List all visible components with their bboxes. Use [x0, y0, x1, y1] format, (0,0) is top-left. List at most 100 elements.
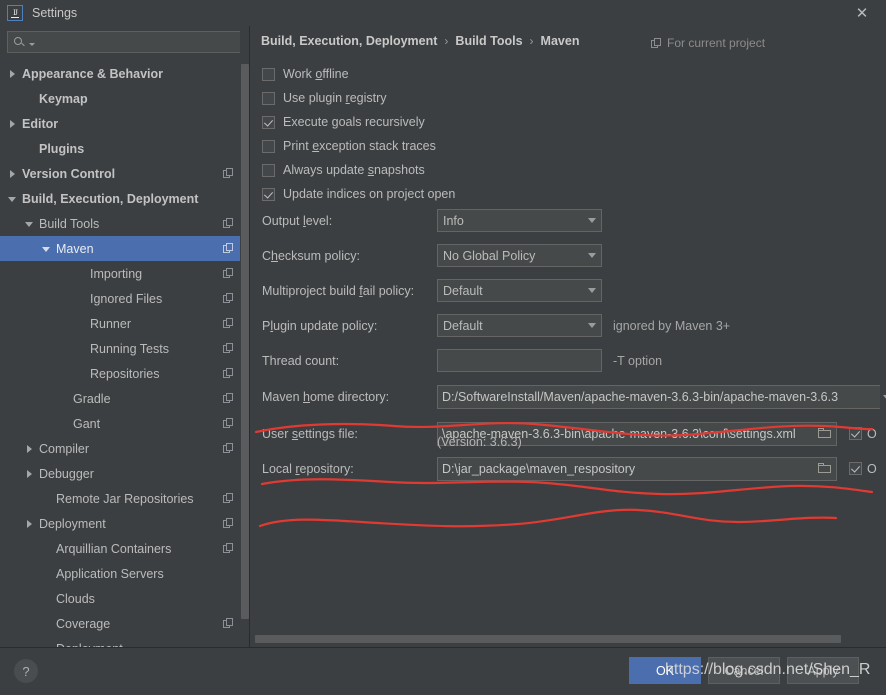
sidebar-item-label: Remote Jar Repositories [56, 491, 194, 506]
local-repository-override-checkbox[interactable]: O [849, 462, 877, 476]
chevron-down-icon[interactable] [8, 194, 18, 204]
project-scope-icon [651, 37, 662, 49]
breadcrumb-item-maven[interactable]: Maven [541, 34, 580, 48]
project-scope-icon [223, 318, 234, 329]
sidebar-item-running-tests[interactable]: Running Tests [0, 336, 250, 361]
sidebar-item-ignored-files[interactable]: Ignored Files [0, 286, 250, 311]
project-scope-icon [223, 393, 234, 404]
local-repository-input[interactable]: D:\jar_package\maven_respository [437, 456, 837, 481]
sidebar-item-debugger[interactable]: Debugger [0, 461, 250, 486]
multiproject-fail-policy-value: Default [443, 283, 483, 298]
sidebar-item-importing[interactable]: Importing [0, 261, 250, 286]
sidebar-scrollbar-thumb[interactable] [241, 64, 249, 619]
maven-home-dropdown[interactable]: D:/SoftwareInstall/Maven/apache-maven-3.… [437, 385, 886, 409]
project-scope-icon [223, 543, 234, 554]
breadcrumb-item-build-tools[interactable]: Build Tools [455, 34, 522, 48]
thread-count-input[interactable] [437, 349, 602, 372]
maven-home-dropdown-arrow[interactable] [880, 385, 886, 409]
sidebar-item-repositories[interactable]: Repositories [0, 361, 250, 386]
sidebar-item-deployment[interactable]: Deployment [0, 511, 250, 536]
watermark-text: https://blog.csdn.net/Shen_R [665, 661, 871, 678]
user-settings-override-label: O [867, 426, 877, 441]
settings-tree: Appearance & Behavior Keymap Editor Plugins… [0, 61, 250, 648]
sidebar-item-arquillian-containers[interactable]: Arquillian Containers [0, 536, 250, 561]
checksum-policy-dropdown[interactable]: No Global Policy [437, 244, 602, 267]
maven-version-note: (Version: 3.6.3) [437, 435, 522, 449]
sidebar-item-appearance-behavior[interactable]: Appearance & Behavior [0, 61, 250, 86]
project-scope-icon [223, 368, 234, 379]
checkbox-execute-goals-recursively[interactable]: Execute goals recursively [262, 110, 455, 134]
user-settings-override-checkbox[interactable]: O [849, 427, 877, 441]
sidebar-item-build-tools[interactable]: Build Tools [0, 211, 250, 236]
chevron-right-icon[interactable] [25, 444, 35, 454]
breadcrumb-item-build[interactable]: Build, Execution, Deployment [261, 34, 437, 48]
chevron-down-icon[interactable] [25, 219, 35, 229]
checkbox-box [262, 67, 275, 81]
sidebar-item-label: Repositories [90, 366, 160, 381]
sidebar-item-editor[interactable]: Editor [0, 111, 250, 136]
checkbox-work-offline[interactable]: Work offline [262, 62, 455, 86]
sidebar-item-keymap[interactable]: Keymap [0, 86, 250, 111]
sidebar-item-compiler[interactable]: Compiler [0, 436, 250, 461]
local-repository-override-label: O [867, 461, 877, 476]
checkbox-box [262, 163, 275, 177]
search-input[interactable] [35, 35, 242, 49]
sidebar-item-label: Application Servers [56, 566, 164, 581]
sidebar-item-application-servers[interactable]: Application Servers [0, 561, 250, 586]
maven-home-value: D:/SoftwareInstall/Maven/apache-maven-3.… [442, 390, 839, 404]
sidebar-item-runner[interactable]: Runner [0, 311, 250, 336]
folder-browse-icon[interactable] [818, 428, 832, 439]
chevron-down-icon [588, 323, 596, 328]
close-icon[interactable]: ✕ [844, 0, 880, 26]
chevron-right-icon[interactable] [25, 469, 35, 479]
chevron-right-icon[interactable] [8, 69, 18, 79]
checkbox-print-exception-stack-traces[interactable]: Print exception stack traces [262, 134, 455, 158]
checkbox-label: Execute goals recursively [283, 115, 425, 129]
sidebar-item-gant[interactable]: Gant [0, 411, 250, 436]
plugin-update-policy-dropdown[interactable]: Default [437, 314, 602, 337]
chevron-right-icon[interactable] [25, 519, 35, 529]
chevron-down-icon[interactable] [42, 244, 52, 254]
maven-options-checkbox-group: Work offline Use plugin registry Execute g… [262, 62, 455, 206]
row-local-repository: Local repository: D:\jar_package\maven_r… [262, 451, 882, 486]
checkbox-always-update-snapshots[interactable]: Always update snapshots [262, 158, 455, 182]
checkbox-use-plugin-registry[interactable]: Use plugin registry [262, 86, 455, 110]
sidebar-search-box[interactable] [7, 31, 243, 53]
checkbox-label: Use plugin registry [283, 91, 387, 105]
sidebar-item-label: Running Tests [90, 341, 169, 356]
chevron-right-icon[interactable] [8, 169, 18, 179]
row-user-settings-file: User settings file: \apache-maven-3.6.3-… [262, 416, 882, 451]
project-scope-icon [223, 443, 234, 454]
checkbox-box [262, 139, 275, 153]
sidebar-item-clouds[interactable]: Clouds [0, 586, 250, 611]
checkbox-label: Update indices on project open [283, 187, 456, 201]
sidebar-item-label: Runner [90, 316, 131, 331]
sidebar-item-coverage[interactable]: Coverage [0, 611, 250, 636]
sidebar-item-label: Gant [73, 416, 101, 431]
sidebar-item-plugins[interactable]: Plugins [0, 136, 250, 161]
sidebar-item-label: Maven [56, 241, 94, 256]
main-horizontal-scrollbar-thumb[interactable] [255, 635, 841, 643]
sidebar-item-gradle[interactable]: Gradle [0, 386, 250, 411]
local-repository-value: D:\jar_package\maven_respository [442, 461, 636, 476]
sidebar-item-version-control[interactable]: Version Control [0, 161, 250, 186]
sidebar-item-label: Importing [90, 266, 143, 281]
multiproject-fail-policy-label: Multiproject build fail policy: [262, 283, 415, 298]
sidebar-item-label: Plugins [39, 141, 85, 156]
project-scope-icon [223, 268, 234, 279]
output-level-dropdown[interactable]: Info [437, 209, 602, 232]
sidebar-item-build-execution-deployment[interactable]: Build, Execution, Deployment [0, 186, 250, 211]
main-horizontal-scrollbar-track[interactable] [254, 634, 882, 644]
sidebar-item-maven[interactable]: Maven [0, 236, 250, 261]
multiproject-fail-policy-dropdown[interactable]: Default [437, 279, 602, 302]
logo-letters: IJ [13, 8, 18, 17]
folder-browse-icon[interactable] [818, 463, 832, 474]
chevron-right-icon[interactable] [8, 119, 18, 129]
project-scope-icon [223, 418, 234, 429]
help-button[interactable]: ? [14, 659, 38, 683]
sidebar-item-remote-jar-repositories[interactable]: Remote Jar Repositories [0, 486, 250, 511]
row-thread-count: Thread count: -T option [262, 343, 882, 378]
